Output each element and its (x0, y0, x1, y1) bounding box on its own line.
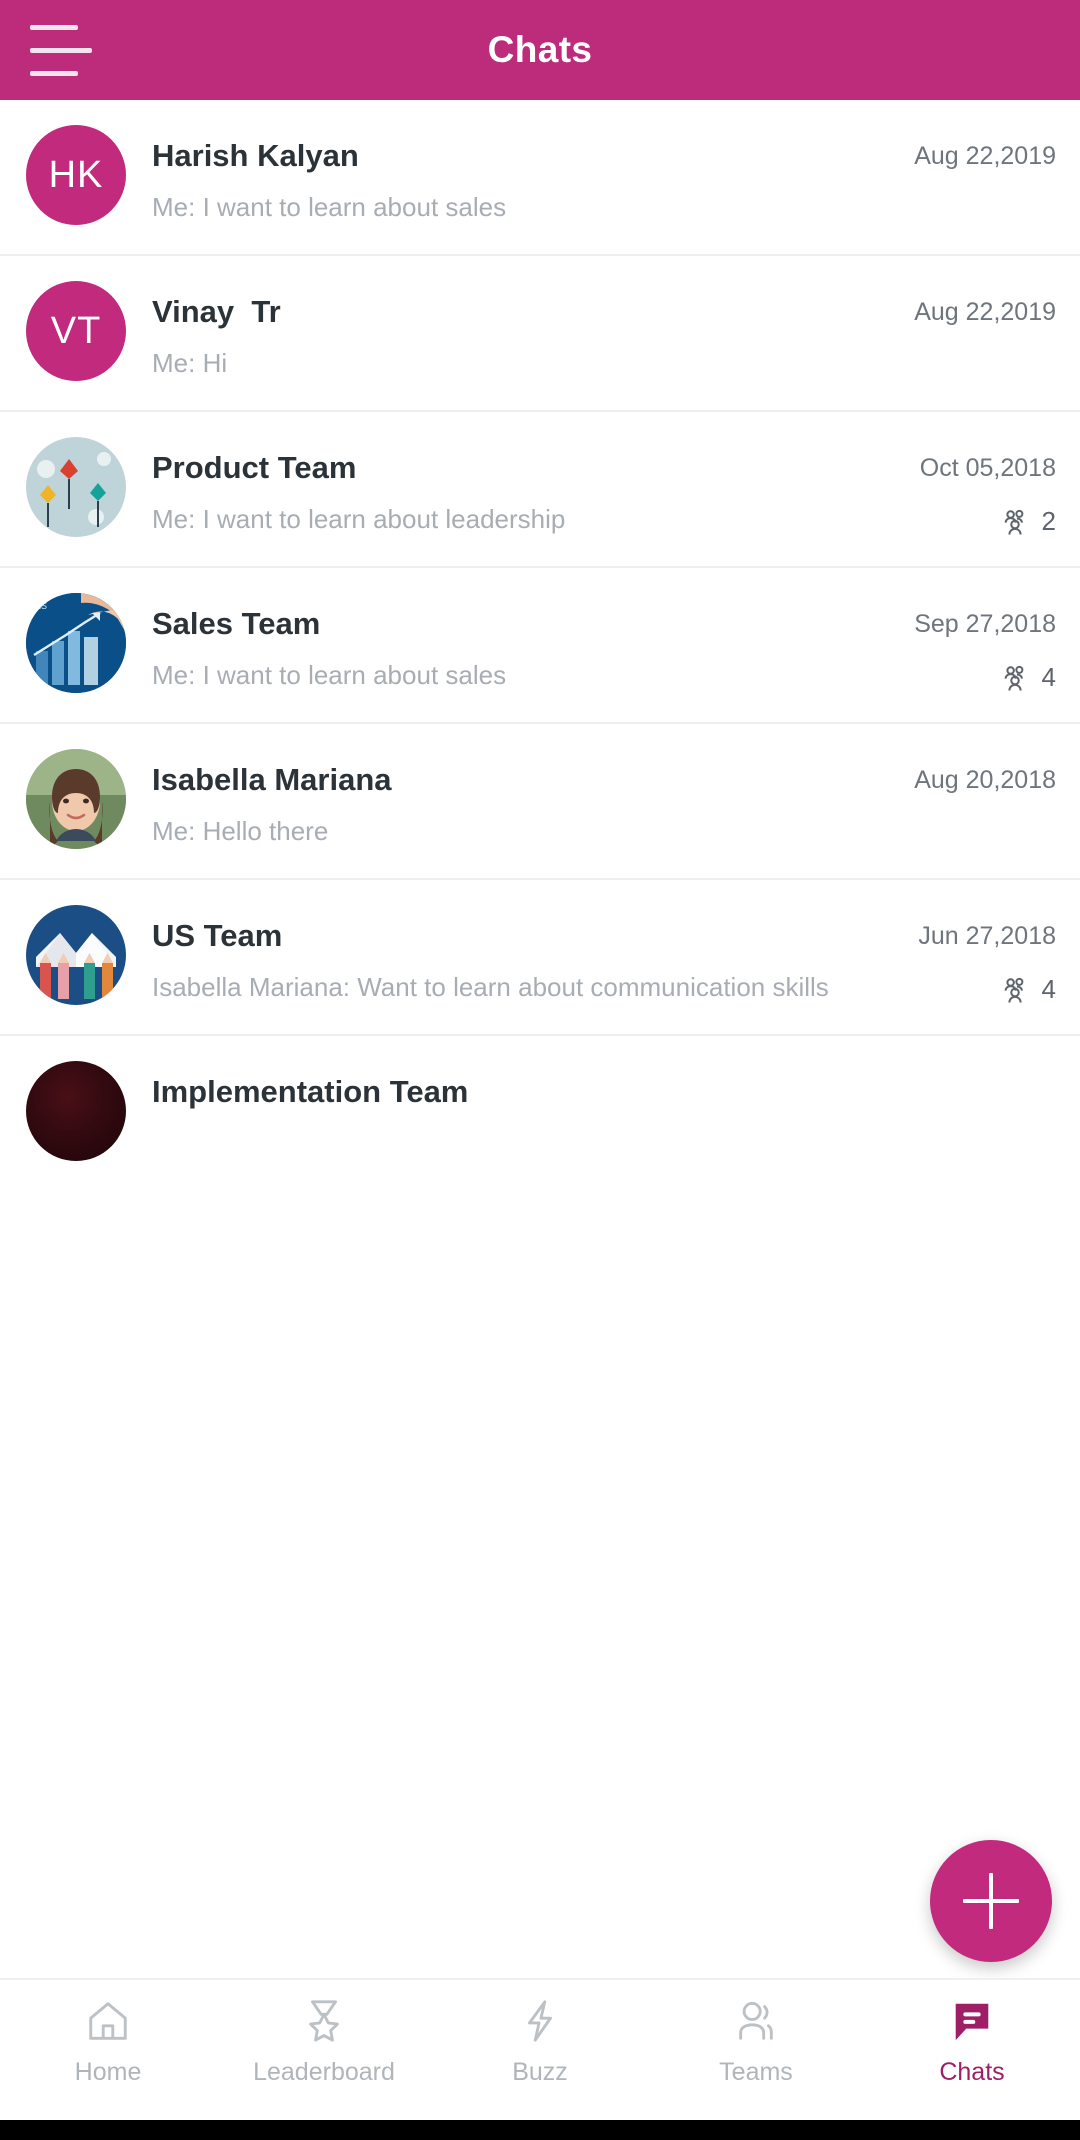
member-count-value: 4 (1041, 662, 1056, 692)
chat-name: Vinay Tr (152, 294, 281, 329)
chat-date: Jun 27,2018 (918, 922, 1056, 950)
chat-name: Isabella Mariana (152, 762, 392, 797)
nav-label-leaderboard: Leaderboard (253, 2058, 395, 2086)
member-count: 2 (1000, 506, 1056, 537)
chat-list-item[interactable]: Isabella Mariana Me: Hello there Aug 20,… (0, 724, 1080, 880)
new-chat-fab-button[interactable] (930, 1840, 1052, 1962)
nav-label-buzz: Buzz (512, 2058, 568, 2086)
hamburger-menu-icon[interactable] (30, 14, 102, 86)
people-group-icon (1000, 507, 1030, 537)
chat-date: Aug 22,2019 (914, 298, 1056, 326)
member-count-value: 4 (1041, 974, 1056, 1004)
page-title: Chats (487, 29, 593, 70)
people-group-icon (1000, 663, 1030, 693)
avatar[interactable] (26, 437, 126, 537)
chat-list-item[interactable]: US Team Isabella Mariana: Want to learn … (0, 880, 1080, 1036)
chat-name: Sales Team (152, 606, 321, 641)
nav-label-chats: Chats (939, 2058, 1005, 2086)
people-icon (729, 1994, 783, 2048)
avatar[interactable] (26, 749, 126, 849)
chat-list: HK Harish Kalyan Me: I want to learn abo… (0, 100, 1080, 1192)
bottom-navigation-bar: Home Leaderboard Buzz Teams Chats (0, 1978, 1080, 2120)
nav-item-leaderboard[interactable]: Leaderboard (216, 1994, 432, 2087)
nav-label-teams: Teams (719, 2058, 793, 2086)
chat-date: Oct 05,2018 (919, 454, 1056, 482)
hamburger-line-top (30, 24, 78, 30)
chat-list-item[interactable]: VT Vinay Tr Me: Hi Aug 22,2019 (0, 256, 1080, 412)
nav-item-teams[interactable]: Teams (648, 1994, 864, 2087)
home-indicator-bar (0, 2120, 1080, 2140)
member-count-value: 2 (1041, 506, 1056, 536)
hamburger-line-bottom (30, 70, 78, 76)
chat-date: Aug 22,2019 (914, 142, 1056, 170)
member-count: 4 (1000, 974, 1056, 1005)
avatar[interactable]: HK (26, 125, 126, 225)
avatar[interactable] (26, 905, 126, 1005)
books-pencils-illustration-icon (26, 905, 126, 1005)
medal-star-icon (297, 1994, 351, 2048)
nav-item-home[interactable]: Home (0, 1994, 216, 2087)
avatar[interactable] (26, 1061, 126, 1161)
nav-item-buzz[interactable]: Buzz (432, 1994, 648, 2087)
chats-screen: Chats HK Harish Kalyan Me: I want to lea… (0, 0, 1080, 2140)
chat-date: Sep 27,2018 (914, 610, 1056, 638)
chat-last-message: Me: Hello there (152, 816, 329, 846)
chat-last-message: Me: I want to learn about sales (152, 192, 507, 222)
chat-name: Implementation Team (152, 1074, 469, 1109)
avatar[interactable]: VT (26, 281, 126, 381)
avatar-initials-text: HK (48, 153, 104, 196)
hamburger-line-middle (30, 47, 92, 53)
chat-list-item[interactable]: HK Harish Kalyan Me: I want to learn abo… (0, 100, 1080, 256)
svg-text:LES: LES (30, 601, 47, 611)
chat-name: Product Team (152, 450, 357, 485)
chat-name: US Team (152, 918, 283, 953)
home-icon (81, 1994, 135, 2048)
avatar[interactable]: LES (26, 593, 126, 693)
chat-last-message: Me: I want to learn about sales (152, 660, 507, 690)
chat-list-item[interactable]: Product Team Me: I want to learn about l… (0, 412, 1080, 568)
nav-item-chats[interactable]: Chats (864, 1994, 1080, 2087)
chat-list-item[interactable]: Implementation Team (0, 1036, 1080, 1192)
plus-icon (963, 1873, 1019, 1929)
member-count: 4 (1000, 662, 1056, 693)
lightning-icon (513, 1994, 567, 2048)
chat-last-message: Me: Hi (152, 348, 228, 378)
people-group-icon (1000, 975, 1030, 1005)
avatar-initials-text: VT (50, 309, 102, 352)
chat-last-message: Isabella Mariana: Want to learn about co… (152, 972, 829, 1002)
chat-bubble-icon (945, 1994, 999, 2048)
sales-chart-illustration-icon: LES (26, 593, 126, 693)
app-header: Chats (0, 0, 1080, 100)
nav-label-home: Home (74, 2058, 142, 2086)
chat-last-message: Me: I want to learn about leadership (152, 504, 566, 534)
kites-illustration-icon (26, 437, 126, 537)
chat-name: Harish Kalyan (152, 138, 359, 173)
chat-date: Aug 20,2018 (914, 766, 1056, 794)
portrait-photo-icon (26, 749, 126, 849)
chat-list-item[interactable]: LES Sales Team Me: I want to learn about… (0, 568, 1080, 724)
